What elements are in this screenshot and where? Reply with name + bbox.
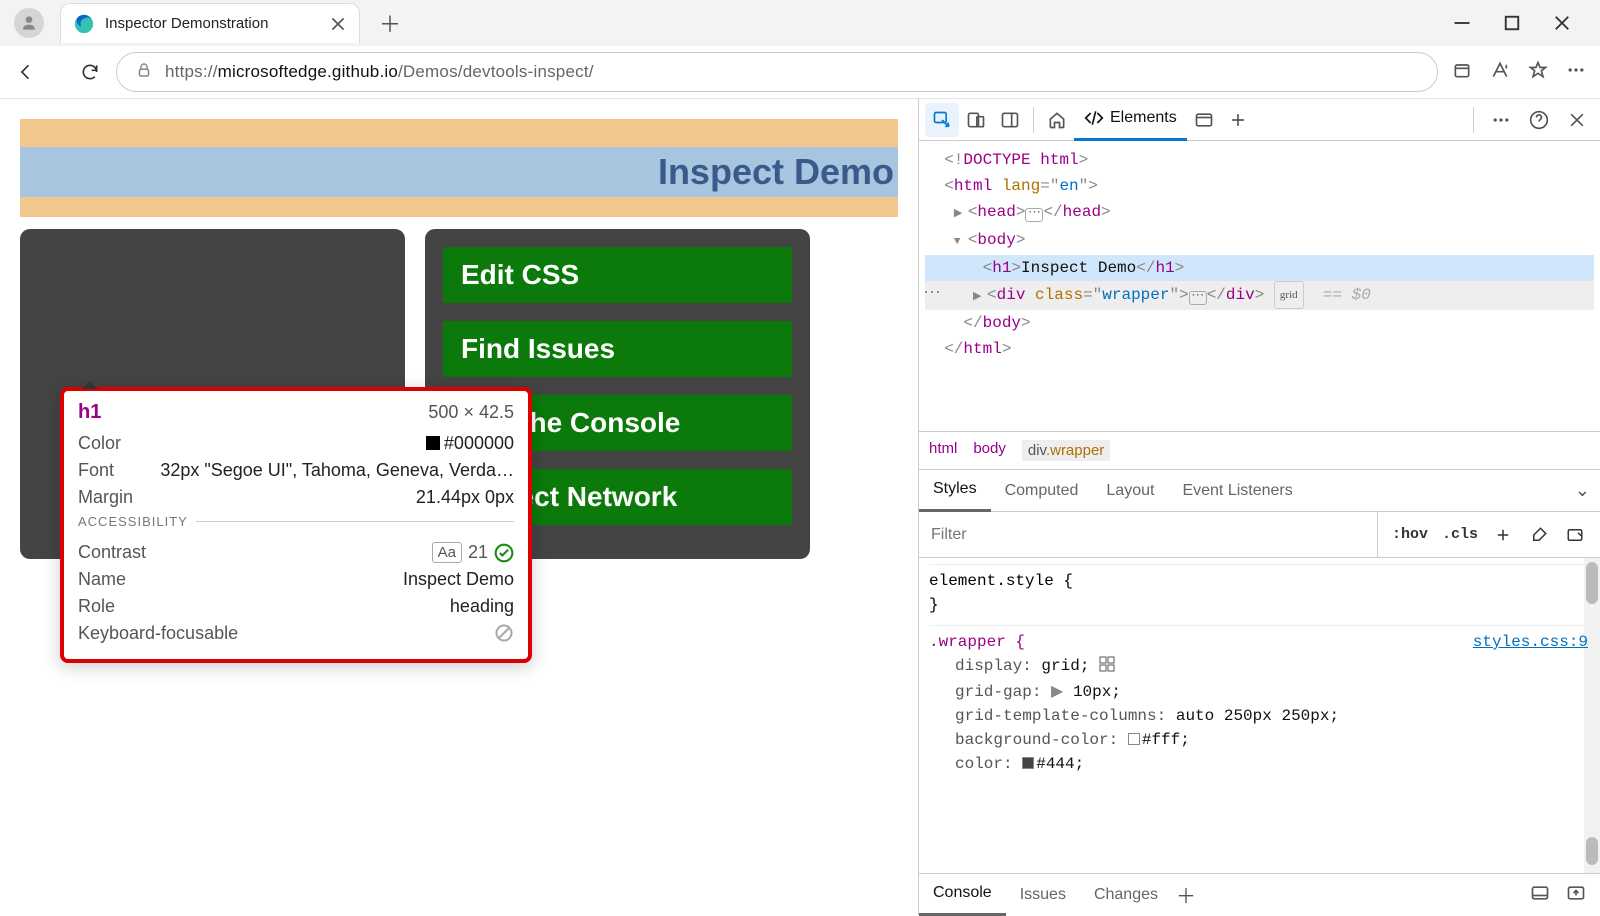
toggle-common-button[interactable] [1564, 526, 1586, 544]
device-toolbar-button[interactable] [959, 103, 993, 137]
more-icon[interactable] [1566, 60, 1586, 83]
tooltip-tag: h1 [78, 401, 101, 424]
tooltip-margin-label: Margin [78, 487, 133, 508]
tooltip-font-value: 32px "Segoe UI", Tahoma, Geneva, Verda… [160, 460, 514, 481]
find-issues-button[interactable]: Find Issues [443, 321, 792, 377]
lock-icon [135, 61, 153, 82]
inspect-tooltip: h1 500 × 42.5 Color #000000 Font 32px "Seg… [60, 387, 532, 663]
more-tools-button[interactable] [1484, 103, 1518, 137]
dom-wrapper-node[interactable]: ▶<div class="wrapper">⋯</div> grid == $0 [925, 281, 1594, 310]
favorite-icon[interactable] [1528, 60, 1548, 83]
tooltip-margin-value: 21.44px 0px [416, 487, 514, 508]
paint-brush-icon[interactable] [1528, 526, 1550, 544]
tab-close-button[interactable] [329, 15, 347, 33]
new-tab-button-devtools[interactable] [1221, 103, 1255, 137]
profile-avatar[interactable] [14, 8, 44, 38]
url-text: https://microsoftedge.github.io/Demos/de… [165, 62, 594, 82]
changes-drawer-tab[interactable]: Changes [1080, 874, 1172, 916]
drawer-dock-icon[interactable] [1530, 883, 1550, 906]
tab-title: Inspector Demonstration [105, 15, 319, 32]
drawer-expand-icon[interactable] [1566, 883, 1586, 906]
inspect-element-button[interactable] [925, 103, 959, 137]
welcome-tab-button[interactable] [1040, 103, 1074, 137]
scrollbar-vertical[interactable] [1584, 558, 1600, 873]
drawer-add-button[interactable]: ＋ [1176, 880, 1196, 909]
styles-pane[interactable]: element.style { } styles.css:9 .wrapper … [919, 558, 1600, 873]
refresh-button[interactable] [78, 60, 102, 84]
contrast-aa-badge: Aa [432, 542, 462, 563]
edge-favicon [73, 13, 95, 35]
tooltip-color-label: Color [78, 433, 121, 454]
tooltip-contrast-value: 21 [468, 542, 488, 563]
dom-h1-node[interactable]: <h1>Inspect Demo</h1> [925, 255, 1594, 281]
color-swatch-icon [426, 436, 440, 450]
devtools-panel: Elements <!DOCTYPE html> <html lang="en"… [918, 98, 1600, 915]
maximize-button[interactable] [1502, 13, 1522, 33]
tooltip-focusable-label: Keyboard-focusable [78, 623, 238, 644]
tooltip-contrast-label: Contrast [78, 542, 146, 563]
tooltip-dimensions: 500 × 42.5 [428, 402, 514, 423]
issues-drawer-tab[interactable]: Issues [1006, 874, 1080, 916]
address-bar[interactable]: https://microsoftedge.github.io/Demos/de… [116, 52, 1438, 92]
element-style-rule: element.style { [929, 569, 1590, 593]
new-tab-button[interactable]: ＋ [372, 5, 408, 41]
tooltip-role-value: heading [450, 596, 514, 617]
styles-filter-input[interactable] [919, 512, 1377, 557]
tooltip-color-value: #000000 [444, 433, 514, 453]
tooltip-accessibility-header: ACCESSIBILITY [78, 521, 514, 545]
nav-toolbar: https://microsoftedge.github.io/Demos/de… [0, 46, 1600, 98]
event-listeners-tab[interactable]: Event Listeners [1168, 470, 1306, 512]
margin-overlay-top [20, 119, 898, 147]
color-swatch-dark-icon[interactable] [1022, 757, 1034, 769]
source-link[interactable]: styles.css:9 [1473, 630, 1588, 654]
app-icon[interactable] [1452, 60, 1472, 83]
minimize-button[interactable] [1452, 13, 1472, 33]
crumb-body[interactable]: body [973, 440, 1006, 461]
console-drawer-tab[interactable]: Console [919, 874, 1006, 916]
close-window-button[interactable] [1552, 13, 1572, 33]
cls-toggle[interactable]: .cls [1442, 526, 1478, 543]
check-icon [494, 543, 514, 563]
tooltip-role-label: Role [78, 596, 115, 617]
tab-strip: Inspector Demonstration ＋ [0, 0, 1600, 46]
not-allowed-icon [494, 623, 514, 643]
more-panes-button[interactable]: ⌄ [1575, 480, 1590, 501]
margin-overlay-bottom [20, 197, 898, 217]
new-style-rule-button[interactable] [1492, 526, 1514, 544]
elements-tab[interactable]: Elements [1074, 99, 1187, 141]
styles-tab[interactable]: Styles [919, 470, 991, 512]
back-button[interactable] [14, 60, 38, 84]
edit-css-button[interactable]: Edit CSS [443, 247, 792, 303]
grid-badge[interactable]: grid [1274, 281, 1304, 309]
close-devtools-button[interactable] [1560, 103, 1594, 137]
page-heading: Inspect Demo [658, 151, 894, 193]
breadcrumb: html body div.wrapper [919, 431, 1600, 470]
layout-tab[interactable]: Layout [1092, 470, 1168, 512]
application-tab-button[interactable] [1187, 103, 1221, 137]
crumb-wrapper[interactable]: div.wrapper [1022, 440, 1110, 461]
tooltip-font-label: Font [78, 460, 114, 481]
crumb-html[interactable]: html [929, 440, 957, 461]
read-aloud-icon[interactable] [1490, 60, 1510, 83]
grid-icon[interactable] [1099, 656, 1115, 680]
tooltip-name-value: Inspect Demo [403, 569, 514, 590]
dock-side-button[interactable] [993, 103, 1027, 137]
dom-tree[interactable]: <!DOCTYPE html> <html lang="en"> ▶<head>… [919, 141, 1600, 431]
tooltip-name-label: Name [78, 569, 126, 590]
browser-tab[interactable]: Inspector Demonstration [60, 3, 360, 43]
page-preview: Inspect Demo Edit CSS Find Issues Use th… [0, 98, 918, 915]
color-swatch-white-icon[interactable] [1128, 733, 1140, 745]
inspected-h1[interactable]: Inspect Demo [20, 147, 898, 197]
hov-toggle[interactable]: :hov [1392, 526, 1428, 543]
code-icon [1084, 108, 1104, 128]
computed-tab[interactable]: Computed [991, 470, 1093, 512]
help-button[interactable] [1522, 103, 1556, 137]
